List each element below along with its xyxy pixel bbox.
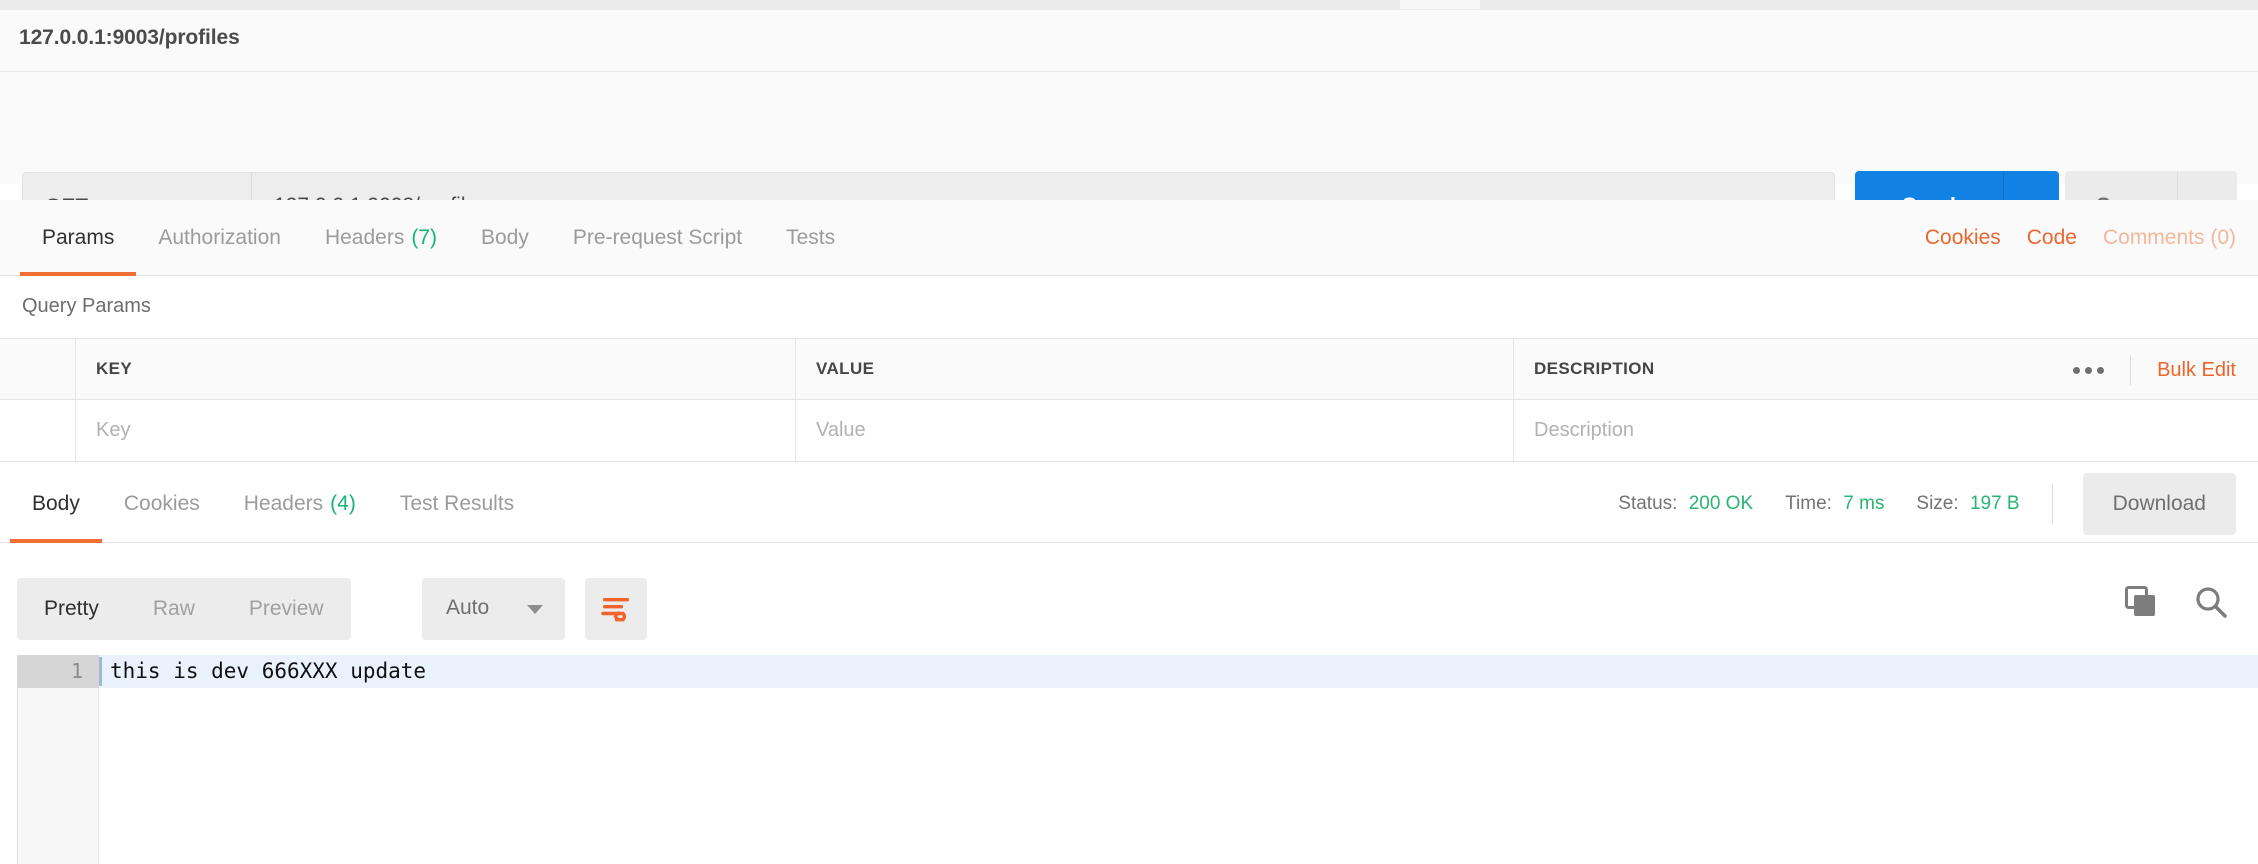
response-tab-body[interactable]: Body [10, 465, 102, 543]
size-value: 197 B [1969, 493, 2020, 514]
editor-gutter: 1 [18, 655, 99, 864]
request-tab-bar: Params Authorization Headers (7) Body Pr… [0, 200, 2258, 276]
response-body-actions [2124, 585, 2228, 619]
time-value: 7 ms [1843, 493, 1885, 514]
row-checkbox-cell[interactable] [0, 400, 75, 461]
column-header-key: KEY [75, 339, 795, 399]
word-wrap-toggle[interactable] [585, 578, 647, 640]
tab-authorization[interactable]: Authorization [136, 200, 303, 276]
url-bar: GET 127.0.0.1:9003/profiles Send Save [0, 72, 2258, 241]
response-tab-cookies[interactable]: Cookies [102, 465, 222, 543]
tab-strip-segment [0, 0, 1400, 10]
tab-strip-segment [1570, 0, 2258, 10]
tab-headers[interactable]: Headers (7) [303, 200, 459, 276]
request-tab-actions: Cookies Code Comments (0) [1925, 200, 2236, 276]
tab-headers-count: (7) [411, 226, 437, 249]
divider [2051, 484, 2053, 524]
response-meta: Status: 200 OK Time: 7 ms Size: 197 B Do… [1618, 465, 2236, 543]
response-body-editor[interactable]: 1 this is dev 666XXX update [17, 655, 2258, 864]
description-input-placeholder: Description [1534, 419, 1635, 441]
tab-params[interactable]: Params [20, 200, 137, 276]
download-button[interactable]: Download [2082, 473, 2236, 535]
code-link[interactable]: Code [2027, 226, 2077, 250]
view-mode-pretty[interactable]: Pretty [17, 578, 126, 640]
value-input-placeholder: Value [816, 419, 866, 441]
key-input[interactable]: Key [75, 400, 795, 461]
status-value: 200 OK [1688, 493, 1754, 514]
browser-tab-strip [0, 0, 2258, 10]
text-cursor [99, 657, 102, 686]
response-tabs: Body Cookies Headers (4) Test Results [10, 465, 536, 543]
comments-link[interactable]: Comments (0) [2103, 226, 2236, 250]
response-tab-headers-count: (4) [330, 492, 356, 515]
request-title-bar: 127.0.0.1:9003/profiles [0, 10, 2258, 72]
copy-icon [2125, 586, 2155, 616]
description-input[interactable]: Description [1513, 400, 2258, 461]
query-params-label: Query Params [22, 295, 151, 317]
response-tab-test-results[interactable]: Test Results [378, 465, 536, 543]
column-header-value: VALUE [795, 339, 1513, 399]
size-badge: Size: 197 B [1916, 493, 2020, 514]
status-badge: Status: 200 OK [1618, 493, 1754, 514]
response-format-select[interactable]: Auto [422, 578, 565, 640]
response-tab-bar: Body Cookies Headers (4) Test Results St… [0, 465, 2258, 543]
view-mode-preview[interactable]: Preview [222, 578, 351, 640]
key-input-placeholder: Key [96, 419, 131, 441]
line-number: 1 [18, 655, 99, 688]
request-tabs: Params Authorization Headers (7) Body Pr… [20, 200, 857, 276]
word-wrap-icon [601, 598, 629, 622]
search-icon [2196, 587, 2227, 618]
time-badge: Time: 7 ms [1785, 493, 1885, 514]
page-title: 127.0.0.1:9003/profiles [19, 26, 240, 49]
editor-active-line: this is dev 666XXX update [99, 655, 2258, 688]
response-tab-headers[interactable]: Headers (4) [222, 465, 378, 543]
response-body-text: this is dev 666XXX update [110, 659, 427, 683]
tab-tests[interactable]: Tests [764, 200, 857, 276]
query-params-table: KEY VALUE DESCRIPTION Bulk Edit Key Valu… [0, 338, 2258, 462]
table-header-row: KEY VALUE DESCRIPTION Bulk Edit [0, 338, 2258, 400]
view-mode-switcher: Pretty Raw Preview [17, 578, 351, 640]
cookies-link[interactable]: Cookies [1925, 226, 2001, 250]
chevron-down-icon [527, 605, 543, 614]
table-header-actions: Bulk Edit [2047, 339, 2236, 401]
ellipsis-icon[interactable] [2047, 366, 2130, 374]
response-format-label: Auto [446, 596, 490, 619]
query-params-header: Query Params [0, 277, 2258, 338]
bulk-edit-link[interactable]: Bulk Edit [2131, 359, 2236, 382]
table-row: Key Value Description [0, 400, 2258, 462]
tab-body[interactable]: Body [459, 200, 551, 276]
select-all-cell [0, 339, 75, 399]
copy-button[interactable] [2124, 585, 2158, 619]
tab-strip-segment [1480, 0, 1580, 10]
view-mode-raw[interactable]: Raw [126, 578, 222, 640]
search-button[interactable] [2194, 585, 2228, 619]
tab-pre-request-script[interactable]: Pre-request Script [551, 200, 764, 276]
value-input[interactable]: Value [795, 400, 1513, 461]
